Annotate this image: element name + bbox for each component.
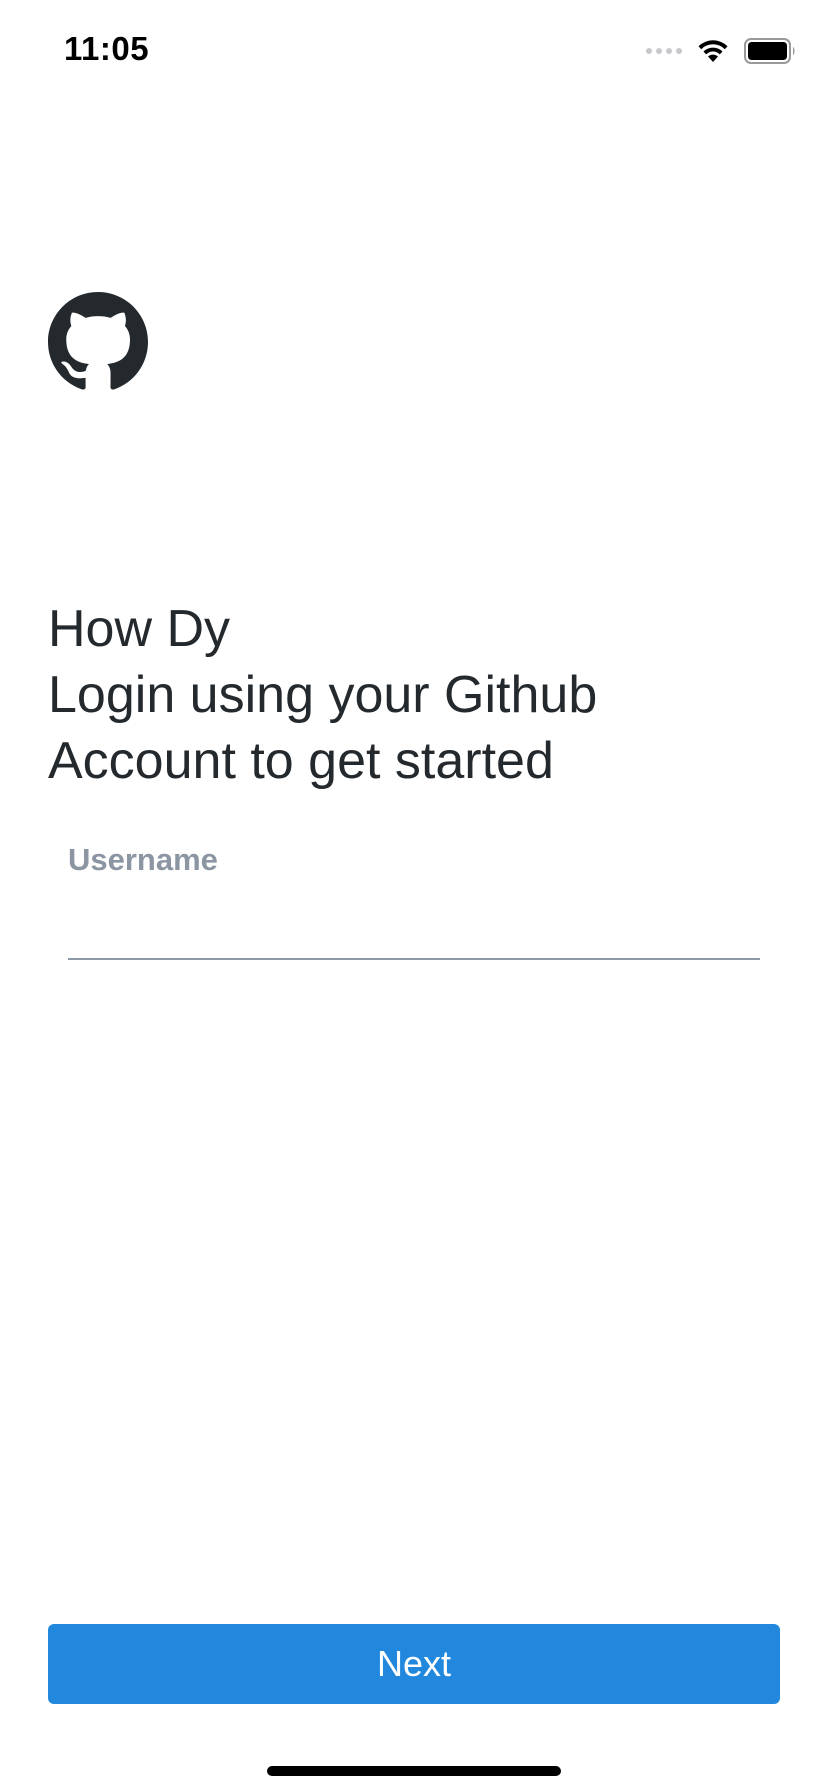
- status-bar: 11:05: [0, 0, 828, 100]
- wifi-icon: [698, 40, 728, 62]
- github-octocat-icon: [48, 292, 148, 390]
- next-button[interactable]: Next: [48, 1624, 780, 1704]
- heading-line-greeting: How Dy: [48, 600, 231, 658]
- battery-icon: [744, 38, 795, 64]
- heading-line-instruction-1: Login using your Github: [48, 666, 598, 724]
- username-field-group: Username: [68, 842, 760, 962]
- cellular-signal-icon: [646, 48, 682, 54]
- username-label: Username: [68, 842, 218, 877]
- heading-line-instruction-2: Account to get started: [48, 732, 554, 790]
- username-input[interactable]: [68, 894, 760, 960]
- status-time: 11:05: [64, 30, 150, 67]
- page-title: How Dy Login using your Github Account t…: [48, 596, 768, 794]
- home-indicator[interactable]: [267, 1766, 561, 1776]
- status-icons: [646, 36, 796, 66]
